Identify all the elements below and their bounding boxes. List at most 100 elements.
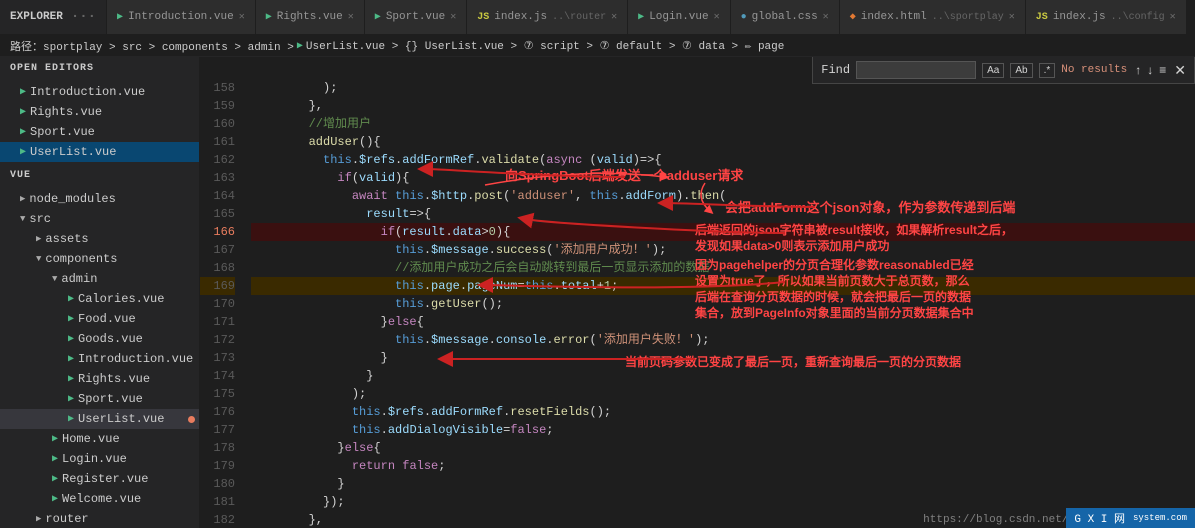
file-label: Welcome.vue bbox=[62, 492, 141, 506]
tab-label: index.js bbox=[1053, 11, 1106, 23]
sidebar-item-goods[interactable]: ▶ Goods.vue bbox=[0, 329, 199, 349]
sidebar-item-rights[interactable]: ▶ Rights.vue bbox=[0, 102, 199, 122]
sidebar-item-introduction[interactable]: ▶ Introduction.vue bbox=[0, 82, 199, 102]
code-line-162: this.$refs.addFormRef.validate(async (va… bbox=[251, 151, 1195, 169]
breadcrumb: 路径：sportplay > src > components > admin … bbox=[0, 35, 1195, 57]
find-case-btn[interactable]: Aa bbox=[982, 63, 1004, 78]
file-label: Food.vue bbox=[78, 312, 136, 326]
sidebar-item-sport[interactable]: ▶ Sport.vue bbox=[0, 122, 199, 142]
tab-label: Sport.vue bbox=[386, 11, 445, 23]
tab-label: index.html bbox=[861, 11, 927, 23]
code-line-175: ); bbox=[251, 385, 1195, 403]
tab-login-vue[interactable]: ▶ Login.vue ✕ bbox=[628, 0, 730, 35]
find-no-results: No results bbox=[1061, 64, 1127, 76]
chevron-down-icon: ▼ bbox=[36, 254, 41, 264]
tab-global-css[interactable]: ● global.css ✕ bbox=[731, 0, 840, 35]
sidebar-item-register[interactable]: ▶ Register.vue bbox=[0, 469, 199, 489]
sidebar-item-admin[interactable]: ▼ admin bbox=[0, 269, 199, 289]
tab-sport-vue[interactable]: ▶ Sport.vue ✕ bbox=[365, 0, 467, 35]
find-close-btn[interactable]: ✕ bbox=[1174, 62, 1186, 79]
vue-file-icon: ▶ bbox=[52, 453, 58, 465]
code-line-174: } bbox=[251, 367, 1195, 385]
vue-icon: ▶ bbox=[266, 11, 272, 23]
sidebar-item-welcome[interactable]: ▶ Welcome.vue bbox=[0, 489, 199, 509]
tab-close-icon[interactable]: ✕ bbox=[348, 11, 354, 23]
tab-label: Rights.vue bbox=[277, 11, 343, 23]
code-line-176: this.$refs.addFormRef.resetFields(); bbox=[251, 403, 1195, 421]
code-line-181: }); bbox=[251, 493, 1195, 511]
tab-close-icon[interactable]: ✕ bbox=[714, 11, 720, 23]
code-content[interactable]: ); }, //增加用户 addUser(){ this.$refs.addFo… bbox=[245, 79, 1195, 528]
find-next-btn[interactable]: ↓ bbox=[1145, 63, 1155, 77]
find-navigation: ↑ ↓ ≡ bbox=[1133, 63, 1168, 77]
sidebar-item-login[interactable]: ▶ Login.vue bbox=[0, 449, 199, 469]
line-numbers: 158159160161 162163164165 166167168 1691… bbox=[200, 79, 245, 528]
tab-index-html[interactable]: ◆ index.html ..\sportplay ✕ bbox=[840, 0, 1026, 35]
vue-file-icon: ▶ bbox=[68, 413, 74, 425]
tab-index-js-config[interactable]: JS index.js ..\config ✕ bbox=[1026, 0, 1187, 35]
find-regex-btn[interactable]: .* bbox=[1039, 63, 1056, 78]
file-label: Login.vue bbox=[62, 452, 127, 466]
find-input[interactable] bbox=[856, 61, 976, 79]
code-line-177: this.addDialogVisible=false; bbox=[251, 421, 1195, 439]
code-line-172: this.$message.console.error('添加用户失败！'); bbox=[251, 331, 1195, 349]
sidebar-item-userlist-file[interactable]: ▶ UserList.vue bbox=[0, 409, 199, 429]
code-line-178: }else{ bbox=[251, 439, 1195, 457]
code-line-168: //添加用户成功之后会自动跳转到最后一页显示添加的数据 bbox=[251, 259, 1195, 277]
folder-label: src bbox=[29, 212, 51, 226]
sidebar-item-home[interactable]: ▶ Home.vue bbox=[0, 429, 199, 449]
tab-close-icon[interactable]: ✕ bbox=[1170, 11, 1176, 23]
tab-index-js-router[interactable]: JS index.js ..\router ✕ bbox=[467, 0, 628, 35]
sidebar-item-rights-file[interactable]: ▶ Rights.vue bbox=[0, 369, 199, 389]
sidebar-item-components[interactable]: ▼ components bbox=[0, 249, 199, 269]
css-icon: ● bbox=[741, 12, 747, 23]
file-label: Introduction.vue bbox=[78, 352, 193, 366]
vue-file-icon: ▶ bbox=[52, 433, 58, 445]
sidebar-item-src[interactable]: ▼ src bbox=[0, 209, 199, 229]
tab-rights-vue[interactable]: ▶ Rights.vue ✕ bbox=[256, 0, 365, 35]
vue-file-icon: ▶ bbox=[20, 106, 26, 118]
tab-label: global.css bbox=[752, 11, 818, 23]
sidebar-item-node-modules[interactable]: ▶ node_modules bbox=[0, 189, 199, 209]
sidebar-item-assets[interactable]: ▶ assets bbox=[0, 229, 199, 249]
code-line-166: if(result.data>0){ bbox=[251, 223, 1195, 241]
sidebar-item-router[interactable]: ▶ router bbox=[0, 509, 199, 528]
sidebar-item-introduction-file[interactable]: ▶ Introduction.vue bbox=[0, 349, 199, 369]
vue-icon: ▶ bbox=[117, 11, 123, 23]
file-label: UserList.vue bbox=[78, 412, 164, 426]
code-line-180: } bbox=[251, 475, 1195, 493]
code-line-164: await this.$http.post('adduser', this.ad… bbox=[251, 187, 1195, 205]
find-expand-btn[interactable]: ≡ bbox=[1157, 63, 1168, 77]
tab-close-icon[interactable]: ✕ bbox=[239, 11, 245, 23]
sidebar-item-userlist[interactable]: ▶ UserList.vue bbox=[0, 142, 199, 162]
breadcrumb-file: UserList.vue > {} UserList.vue > ⑦ scrip… bbox=[306, 39, 784, 53]
error-dot bbox=[188, 416, 195, 423]
chevron-down-icon: ▼ bbox=[20, 214, 25, 224]
js-icon: JS bbox=[477, 12, 489, 23]
sidebar-item-sport-file[interactable]: ▶ Sport.vue bbox=[0, 389, 199, 409]
find-word-btn[interactable]: Ab bbox=[1010, 63, 1032, 78]
code-line-159: }, bbox=[251, 97, 1195, 115]
vue-file-icon: ▶ bbox=[20, 86, 26, 98]
tab-close-icon[interactable]: ✕ bbox=[611, 11, 617, 23]
tab-close-icon[interactable]: ✕ bbox=[450, 11, 456, 23]
tab-close-icon[interactable]: ✕ bbox=[1009, 11, 1015, 23]
tab-label: index.js bbox=[494, 11, 547, 23]
sidebar-item-food[interactable]: ▶ Food.vue bbox=[0, 309, 199, 329]
vue-file-icon: ▶ bbox=[20, 126, 26, 138]
file-label: Calories.vue bbox=[78, 292, 164, 306]
sidebar-item-calories[interactable]: ▶ Calories.vue bbox=[0, 289, 199, 309]
tab-close-icon[interactable]: ✕ bbox=[823, 11, 829, 23]
vue-header: VUE bbox=[0, 164, 199, 187]
vue-icon: ▶ bbox=[638, 11, 644, 23]
code-line-169: this.page.pageNum=this.total+1; bbox=[251, 277, 1195, 295]
find-prev-btn[interactable]: ↑ bbox=[1133, 63, 1143, 77]
file-label: Home.vue bbox=[62, 432, 120, 446]
explorer-menu-icon[interactable]: ··· bbox=[71, 9, 96, 25]
tab-introduction-vue[interactable]: ▶ Introduction.vue ✕ bbox=[107, 0, 256, 35]
vue-icon: ▶ bbox=[375, 11, 381, 23]
vue-file-icon: ▶ bbox=[52, 473, 58, 485]
vue-file-icon: ▶ bbox=[68, 393, 74, 405]
gxi-badge: G X I 网 system.com bbox=[1066, 508, 1195, 528]
tab-userlist-vue[interactable]: ▶ UserList.vue ✕ bbox=[1187, 0, 1195, 35]
